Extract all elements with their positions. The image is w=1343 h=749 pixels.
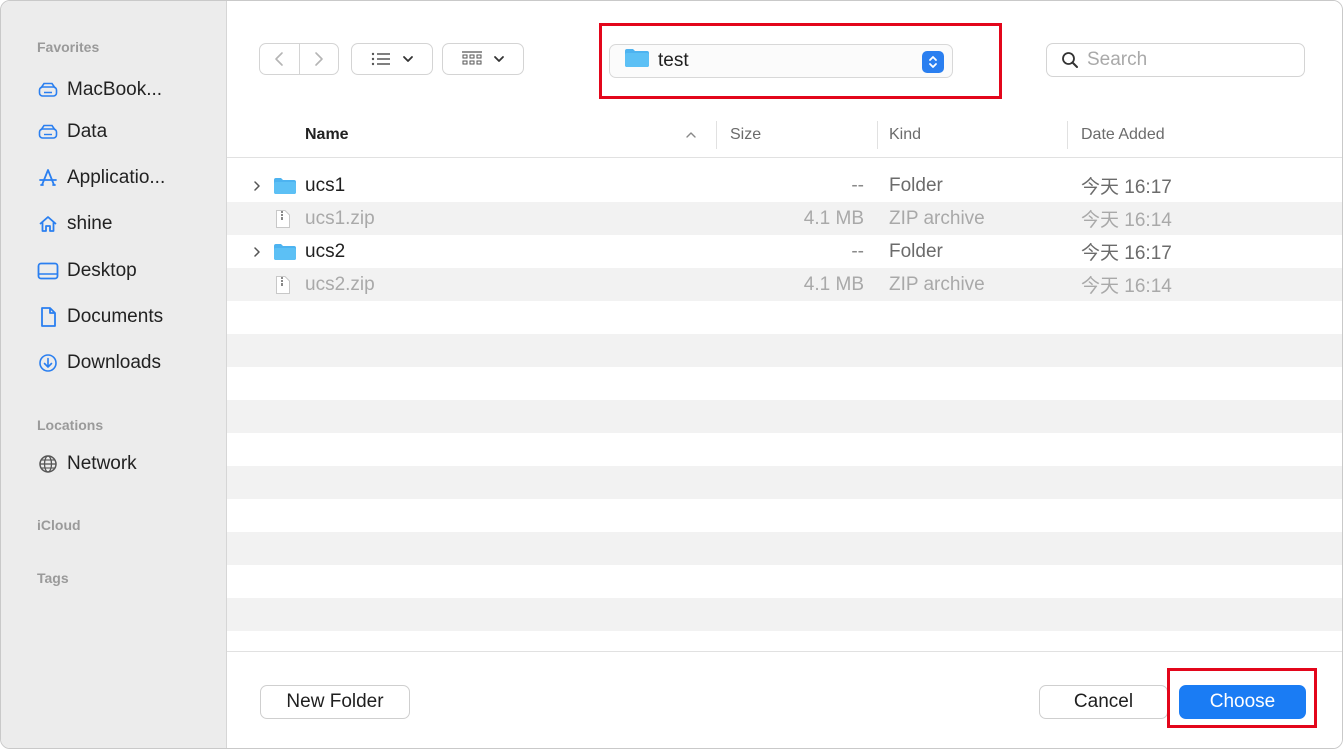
empty-row: [227, 532, 1342, 565]
download-icon: [37, 352, 59, 374]
file-date-added: 今天 16:17: [1081, 243, 1172, 264]
folder-icon: [273, 235, 297, 268]
file-kind: Folder: [889, 240, 943, 262]
column-header-size[interactable]: Size: [730, 113, 761, 157]
empty-row: [227, 334, 1342, 367]
file-name: ucs1.zip: [305, 207, 375, 229]
list-icon: [371, 52, 390, 66]
sidebar-item-label: shine: [67, 213, 113, 234]
file-date-added: 今天 16:17: [1081, 177, 1172, 198]
sidebar-item-label: Network: [67, 453, 137, 474]
table-header: Name Size Kind Date Added: [227, 113, 1342, 158]
table-row-ucs1-zip[interactable]: ucs1.zip 4.1 MB ZIP archive 今天 16:14: [227, 202, 1342, 235]
sidebar-item-data[interactable]: Data: [37, 118, 221, 146]
file-kind: ZIP archive: [889, 207, 985, 229]
empty-row: [227, 598, 1342, 631]
file-name: ucs2.zip: [305, 273, 375, 295]
file-name: ucs2: [305, 240, 346, 262]
column-header-kind[interactable]: Kind: [889, 113, 921, 157]
sidebar-item-downloads[interactable]: Downloads: [37, 349, 221, 377]
home-icon: [37, 213, 59, 235]
globe-icon: [37, 453, 59, 475]
disclosure-triangle-icon[interactable]: [253, 235, 261, 268]
back-button[interactable]: [260, 44, 299, 74]
empty-row: [227, 466, 1342, 499]
chevron-down-icon: [494, 56, 504, 62]
file-name: ucs1: [305, 174, 346, 196]
search-icon: [1061, 51, 1079, 69]
empty-row: [227, 631, 1342, 651]
sidebar-item-shine[interactable]: shine: [37, 210, 221, 238]
sidebar-item-label: Downloads: [67, 352, 161, 373]
table-row-ucs2[interactable]: ucs2 -- Folder 今天 16:17: [227, 235, 1342, 268]
table-row-ucs2-zip[interactable]: ucs2.zip 4.1 MB ZIP archive 今天 16:14: [227, 268, 1342, 301]
sidebar-item-label: Desktop: [67, 260, 137, 281]
forward-button[interactable]: [298, 44, 339, 74]
column-divider[interactable]: [877, 121, 878, 149]
new-folder-button[interactable]: New Folder: [260, 685, 410, 719]
folder-icon: [273, 169, 297, 202]
file-kind: Folder: [889, 174, 943, 196]
applications-icon: [37, 167, 59, 189]
drive-icon: [37, 121, 59, 143]
highlight-box-path: [599, 23, 1002, 99]
cancel-button[interactable]: Cancel: [1039, 685, 1168, 719]
search-placeholder: Search: [1087, 49, 1148, 70]
empty-row: [227, 301, 1342, 334]
sidebar-section-locations: Locations: [37, 417, 104, 433]
chevron-down-icon: [403, 56, 413, 62]
table-row-ucs1[interactable]: ucs1 -- Folder 今天 16:17: [227, 169, 1342, 202]
empty-row: [227, 433, 1342, 466]
sidebar-item-desktop[interactable]: Desktop: [37, 257, 221, 285]
sidebar-section-icloud[interactable]: iCloud: [37, 517, 81, 533]
sidebar-item-label: Documents: [67, 306, 164, 327]
empty-row: [227, 565, 1342, 598]
chevron-left-icon: [275, 52, 284, 66]
disclosure-triangle-icon[interactable]: [253, 169, 261, 202]
empty-row: [227, 499, 1342, 532]
sidebar: Favorites MacBook... Data Applicatio... …: [1, 1, 227, 748]
sidebar-item-label: Applicatio...: [67, 167, 166, 188]
desktop-icon: [37, 260, 59, 282]
column-divider[interactable]: [716, 121, 717, 149]
file-size: 4.1 MB: [803, 207, 864, 229]
chevron-right-icon: [314, 52, 323, 66]
grid-icon: [462, 51, 482, 65]
file-list: ucs1 -- Folder 今天 16:17 ucs1.zip 4.1 MB …: [227, 169, 1342, 651]
column-header-date-added[interactable]: Date Added: [1081, 113, 1165, 157]
zip-file-icon: [275, 268, 291, 301]
empty-row: [227, 367, 1342, 400]
file-kind: ZIP archive: [889, 273, 985, 295]
search-field[interactable]: Search: [1046, 43, 1305, 77]
sidebar-item-documents[interactable]: Documents: [37, 303, 221, 331]
navigation-buttons: [259, 43, 339, 75]
document-icon: [37, 306, 59, 328]
column-divider[interactable]: [1067, 121, 1068, 149]
drive-icon: [37, 79, 59, 101]
sidebar-item-label: Data: [67, 121, 108, 142]
sidebar-item-network[interactable]: Network: [37, 450, 221, 478]
file-chooser-dialog: Favorites MacBook... Data Applicatio... …: [0, 0, 1343, 749]
file-size: --: [851, 240, 864, 262]
empty-row: [227, 400, 1342, 433]
sidebar-item-macbook[interactable]: MacBook...: [37, 76, 221, 104]
sidebar-item-label: MacBook...: [67, 79, 163, 100]
sidebar-item-applications[interactable]: Applicatio...: [37, 164, 221, 192]
highlight-box-choose: [1167, 668, 1317, 728]
file-date-added: 今天 16:14: [1081, 210, 1172, 231]
list-view-button[interactable]: [351, 43, 433, 75]
sidebar-section-tags[interactable]: Tags: [37, 570, 69, 586]
sidebar-section-favorites: Favorites: [37, 39, 100, 55]
column-header-name[interactable]: Name: [305, 113, 349, 157]
sort-ascending-icon[interactable]: [685, 113, 697, 157]
group-view-button[interactable]: [442, 43, 524, 75]
file-size: 4.1 MB: [803, 273, 864, 295]
file-date-added: 今天 16:14: [1081, 276, 1172, 297]
zip-file-icon: [275, 202, 291, 235]
file-size: --: [851, 174, 864, 196]
